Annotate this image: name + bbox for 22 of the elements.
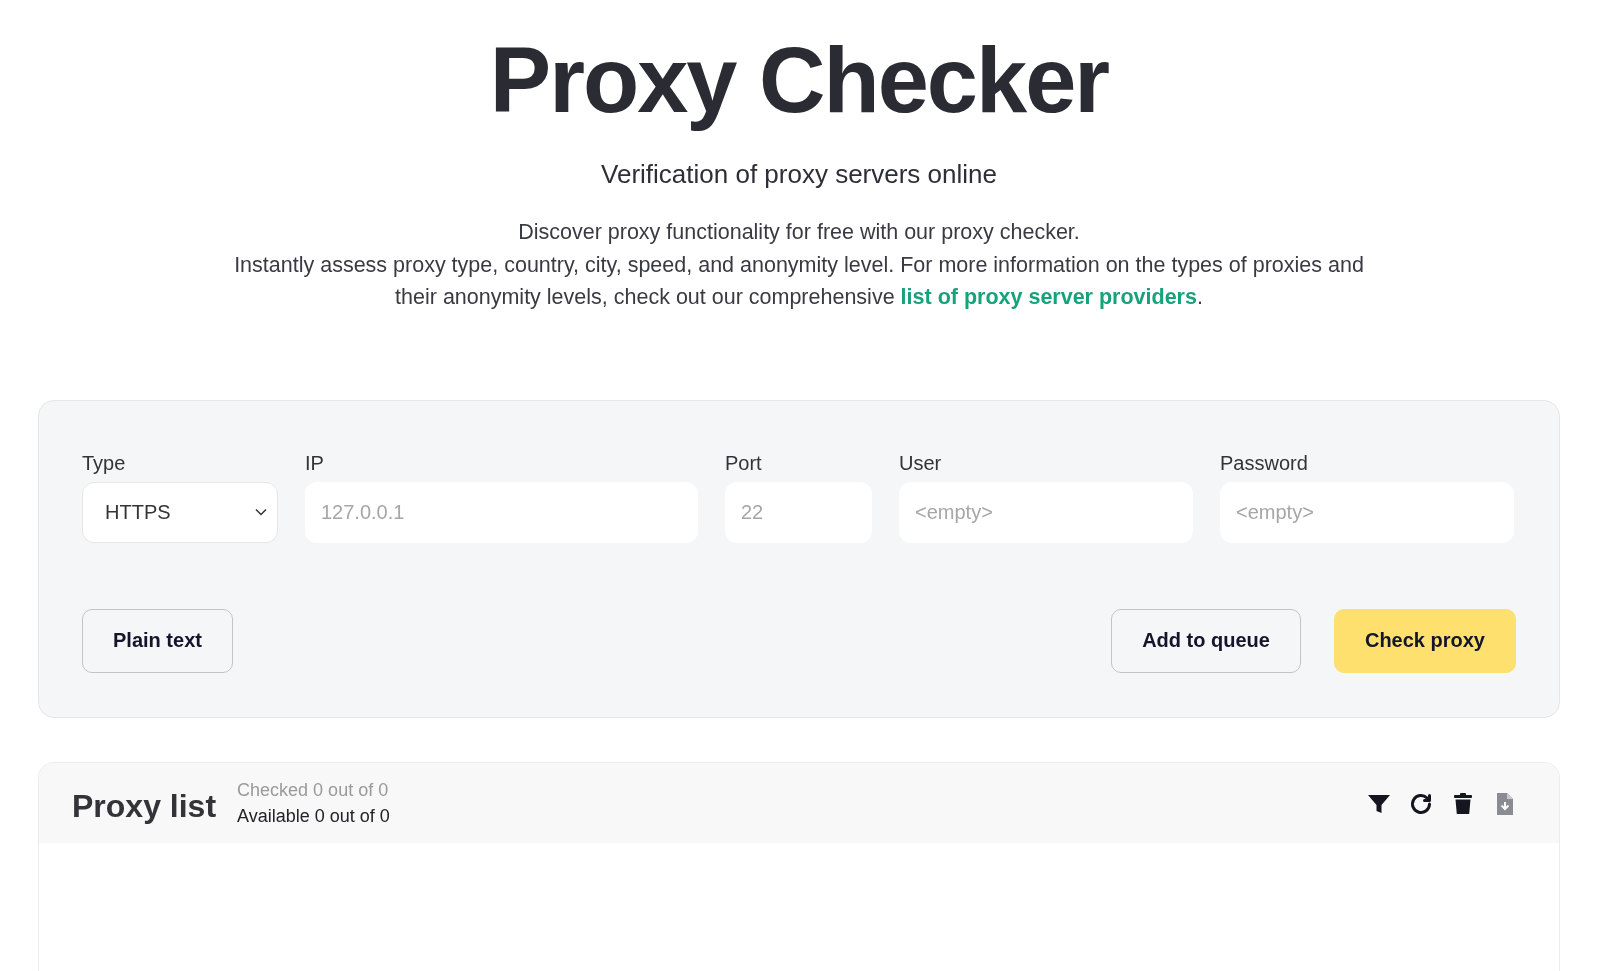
select-field[interactable]: HTTPS — [82, 481, 278, 543]
field-label: Password — [1220, 450, 1308, 475]
input-field[interactable]: 22 — [725, 481, 872, 543]
description-text: Discover proxy functionality for free with our proxy checker. Instantly assess proxy type, country, city, speed, and anonymity level. For more information on the types of proxies and their anonymity levels, check out our comprehensive list of proxy server providers. — [233, 219, 1365, 312]
field-label: IP — [305, 450, 324, 475]
trash-icon[interactable] — [1451, 791, 1475, 816]
field-label: User — [899, 450, 942, 475]
field-label: Port — [725, 450, 762, 475]
page-title: Proxy Checker — [489, 28, 1109, 133]
outline-button[interactable]: Add to queue — [1111, 608, 1301, 673]
outline-button[interactable]: Plain text — [82, 608, 233, 673]
refresh-icon[interactable] — [1409, 791, 1433, 816]
primary-button[interactable]: Check proxy — [1333, 608, 1516, 673]
input-field[interactable]: <empty> — [1220, 481, 1514, 543]
section-title: Proxy list — [72, 786, 217, 826]
chevron-down-icon — [255, 508, 267, 517]
input-field[interactable]: 127.0.0.1 — [305, 481, 698, 543]
page-subtitle: Verification of proxy servers online — [601, 158, 997, 192]
field-label: Type — [82, 450, 126, 475]
input-field[interactable]: <empty> — [899, 481, 1193, 543]
checked-count: Checked 0 out of 0 — [237, 778, 389, 802]
available-count: Available 0 out of 0 — [237, 804, 390, 828]
